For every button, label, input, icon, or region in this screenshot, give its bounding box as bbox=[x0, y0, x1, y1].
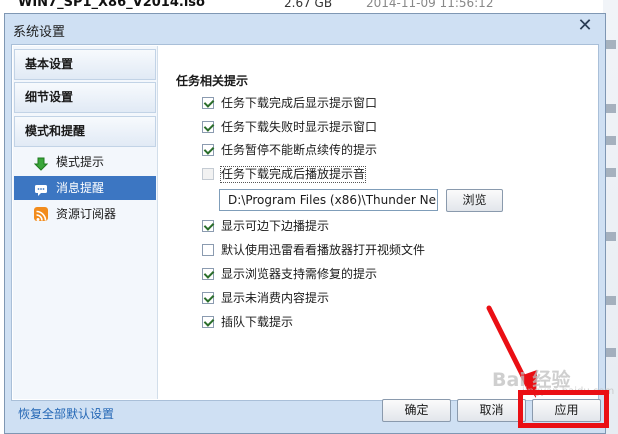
apply-highlight-box bbox=[518, 390, 609, 428]
